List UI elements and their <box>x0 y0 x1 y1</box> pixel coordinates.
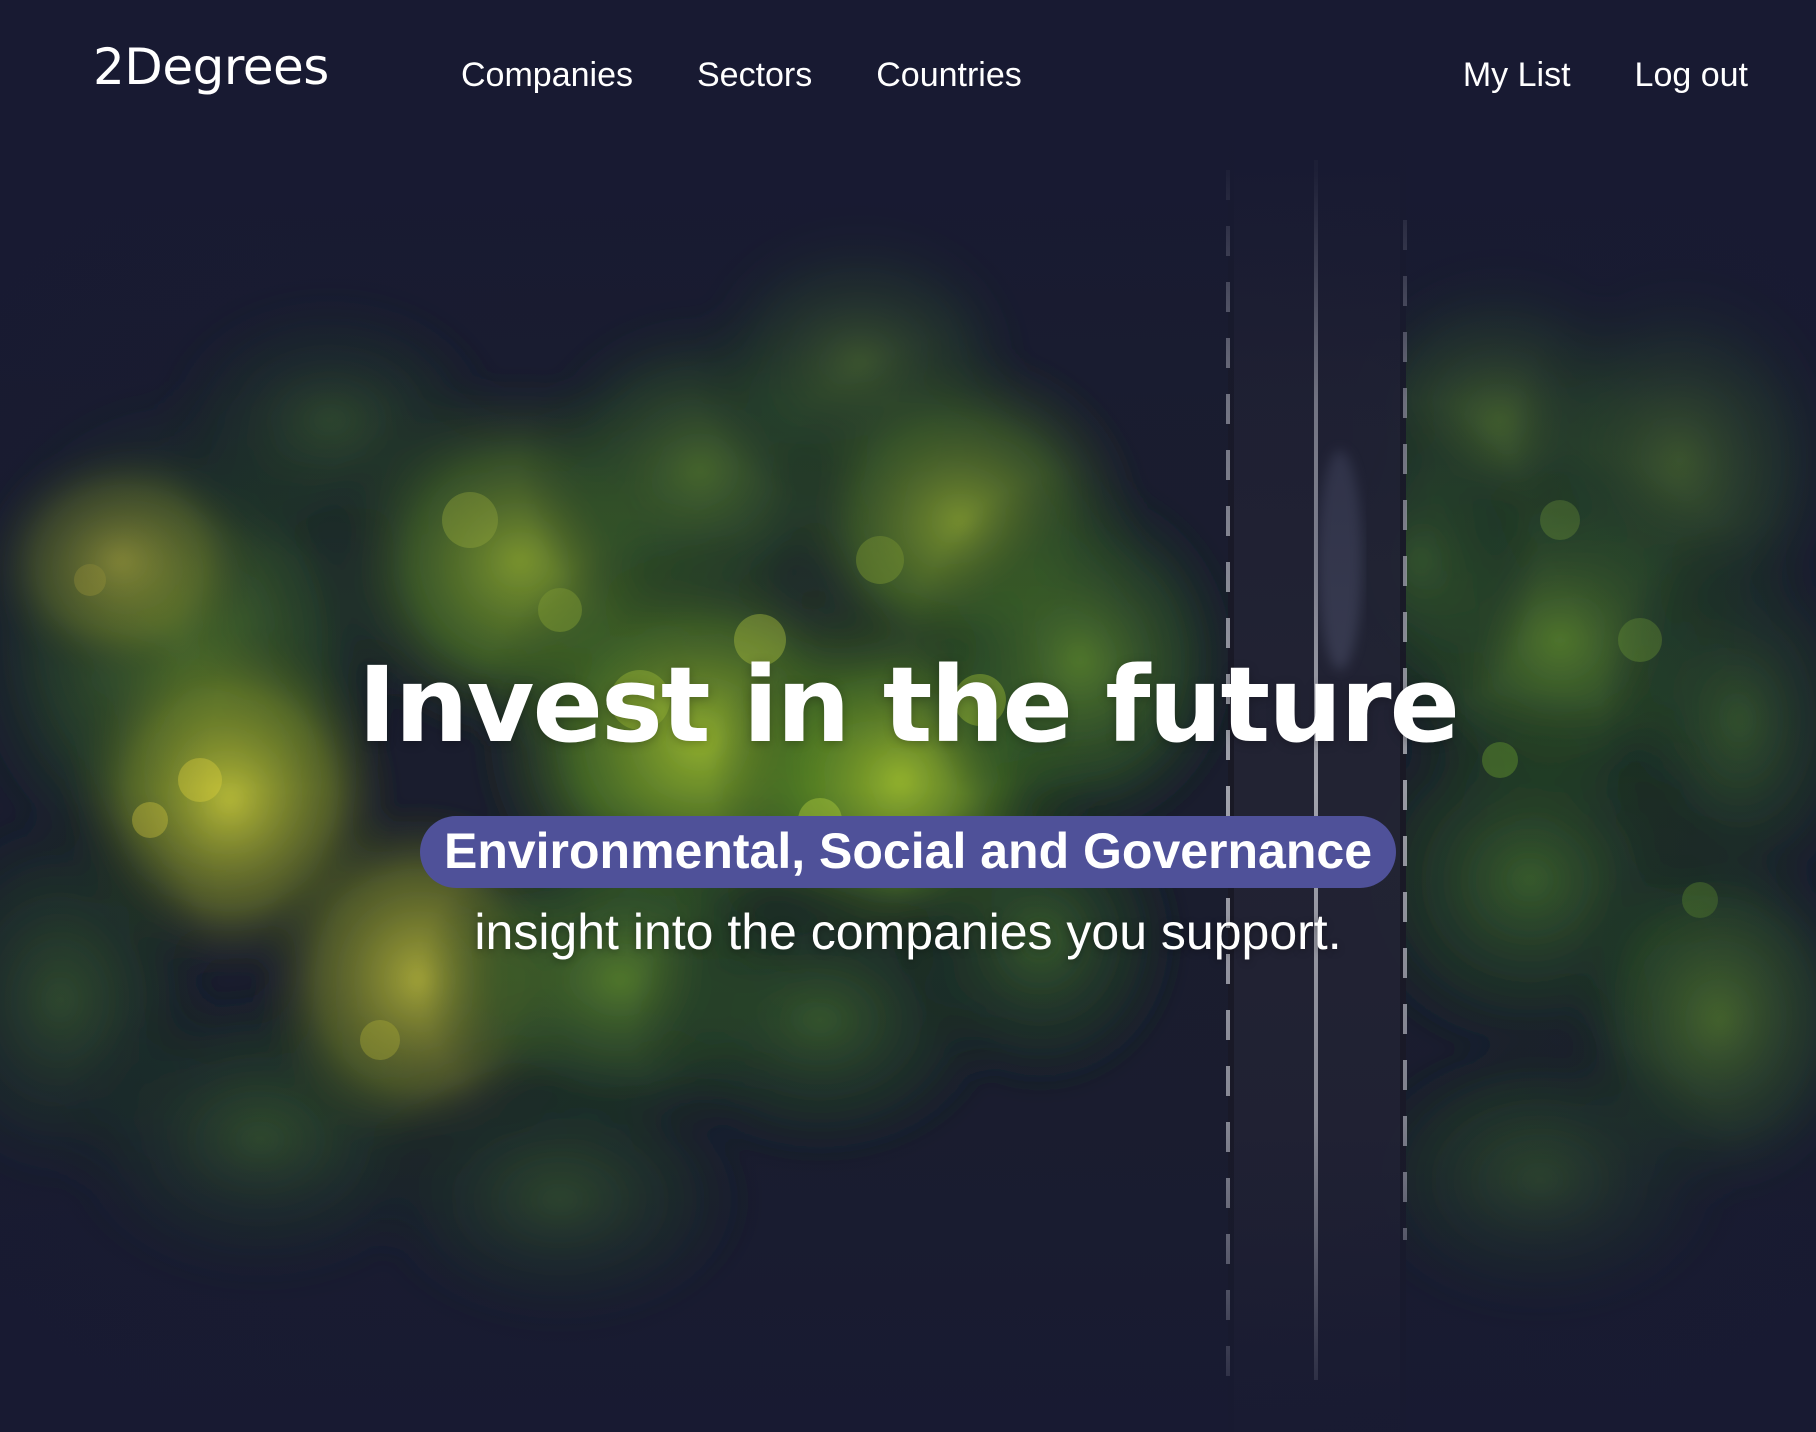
hero-highlight-row: Environmental, Social and Governance <box>0 816 1816 889</box>
brand-logo[interactable]: 2Degrees <box>93 42 329 92</box>
hero-highlight-badge: Environmental, Social and Governance <box>419 816 1397 889</box>
user-nav: My List Log out <box>1463 58 1748 92</box>
hero-section: Invest in the future Environmental, Soci… <box>0 648 1816 962</box>
hero-title: Invest in the future <box>357 644 1460 766</box>
landing-page: 2Degrees Companies Sectors Countries My … <box>0 0 1816 1432</box>
hero-subtitle: insight into the companies you support. <box>474 904 1342 961</box>
nav-link-companies[interactable]: Companies <box>461 58 633 92</box>
primary-nav: Companies Sectors Countries <box>461 58 1022 92</box>
nav-link-sectors[interactable]: Sectors <box>697 58 812 92</box>
site-header: 2Degrees Companies Sectors Countries My … <box>0 0 1816 160</box>
nav-link-log-out[interactable]: Log out <box>1635 58 1748 92</box>
nav-link-my-list[interactable]: My List <box>1463 58 1571 92</box>
nav-link-countries[interactable]: Countries <box>876 58 1022 92</box>
